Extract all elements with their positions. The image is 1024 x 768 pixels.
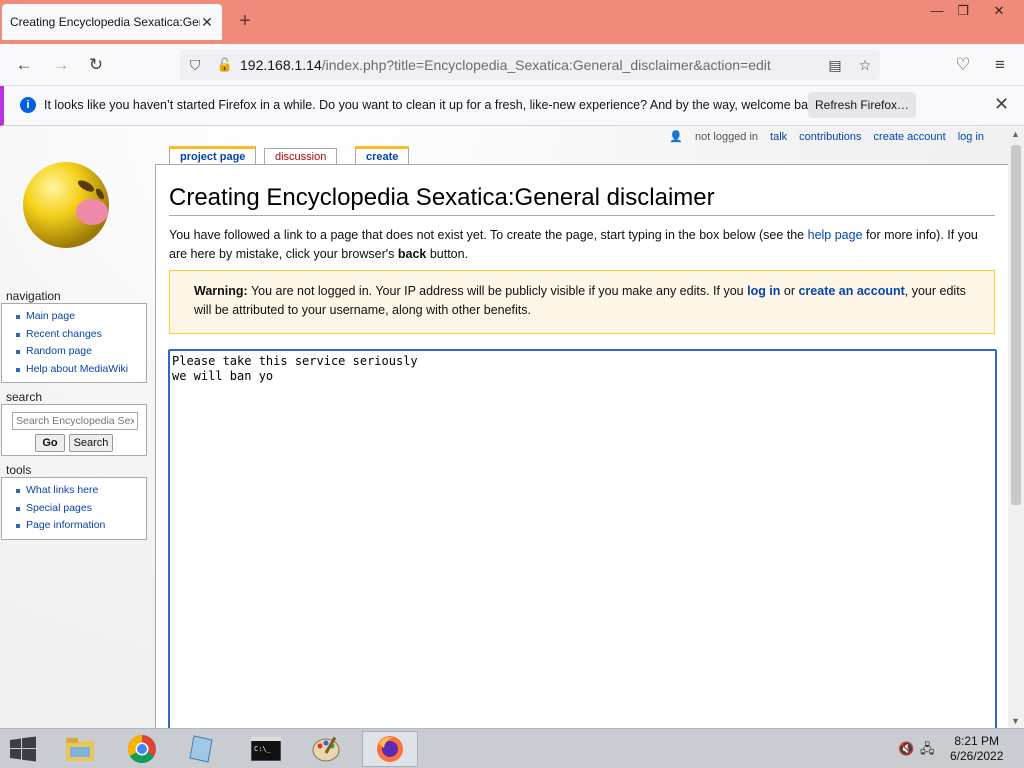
insecure-lock-icon[interactable]: 🔓 bbox=[210, 57, 240, 73]
login-warning-box: Warning: You are not logged in. Your IP … bbox=[169, 270, 995, 334]
edit-textarea[interactable]: Please take this service seriously we wi… bbox=[168, 349, 997, 728]
search-button[interactable]: Search bbox=[69, 434, 113, 452]
tab-discussion[interactable]: discussion bbox=[264, 148, 338, 165]
tab-close-icon[interactable]: ✕ bbox=[200, 14, 214, 31]
network-icon[interactable]: 🖧 bbox=[920, 740, 935, 762]
tab-title: Creating Encyclopedia Sexatica:General d… bbox=[10, 15, 200, 29]
tools-portlet: What links here Special pages Page infor… bbox=[1, 477, 147, 540]
paint-icon[interactable] bbox=[298, 731, 354, 767]
search-portlet: Go Search bbox=[1, 404, 147, 456]
notification-message: It looks like you haven’t started Firefo… bbox=[44, 98, 825, 112]
reader-view-icon[interactable]: ▤ bbox=[820, 57, 850, 74]
warning-text-part: or bbox=[780, 284, 799, 298]
scroll-up-icon[interactable]: ▲ bbox=[1011, 129, 1020, 139]
create-account-link[interactable]: create an account bbox=[798, 284, 904, 298]
navigation-title: navigation bbox=[6, 289, 61, 303]
menu-icon[interactable]: ≡ bbox=[987, 52, 1013, 78]
notification-bar: i It looks like you haven’t started Fire… bbox=[0, 86, 1024, 126]
nav-random-page[interactable]: Random page bbox=[2, 343, 146, 361]
content-area: Creating Encyclopedia Sexatica:General d… bbox=[155, 164, 1008, 728]
intro-text-part: You have followed a link to a page that … bbox=[169, 228, 808, 242]
new-tab-icon[interactable]: + bbox=[234, 9, 256, 33]
svg-text:C:\_: C:\_ bbox=[254, 745, 272, 753]
shield-icon[interactable]: ⛉ bbox=[180, 57, 210, 74]
notepad-icon[interactable] bbox=[174, 731, 230, 767]
tray-clock[interactable]: 8:21 PM 6/26/2022 bbox=[950, 734, 1003, 764]
page-title: Creating Encyclopedia Sexatica:General d… bbox=[169, 184, 995, 216]
personal-tools: 👤 not logged in talk contributions creat… bbox=[669, 130, 984, 144]
search-input[interactable] bbox=[12, 412, 138, 430]
site-logo[interactable] bbox=[22, 160, 112, 250]
ptools-not-logged-in: not logged in bbox=[695, 130, 759, 143]
back-icon[interactable]: ← bbox=[11, 52, 37, 78]
tab-create[interactable]: create bbox=[355, 146, 410, 165]
url-bar[interactable]: ⛉ 🔓 192.168.1.14/index.php?title=Encyclo… bbox=[180, 50, 880, 80]
restore-icon[interactable]: ❐ bbox=[946, 0, 980, 22]
bookmark-star-icon[interactable]: ☆ bbox=[850, 57, 880, 74]
tab-project-page[interactable]: project page bbox=[169, 146, 257, 165]
window-close-icon[interactable]: ✕ bbox=[982, 0, 1016, 22]
scroll-down-icon[interactable]: ▼ bbox=[1011, 716, 1020, 726]
go-button[interactable]: Go bbox=[35, 434, 65, 452]
warning-text-part: You are not logged in. Your IP address w… bbox=[247, 284, 748, 298]
navigation-portlet: Main page Recent changes Random page Hel… bbox=[1, 303, 147, 384]
page-scrollbar[interactable]: ▲ ▼ bbox=[1008, 127, 1024, 728]
volume-muted-icon[interactable]: 🔇 bbox=[898, 741, 914, 757]
ptools-contributions[interactable]: contributions bbox=[799, 131, 861, 143]
tools-title: tools bbox=[6, 463, 32, 477]
nav-main-page[interactable]: Main page bbox=[2, 308, 146, 326]
nav-recent-changes[interactable]: Recent changes bbox=[2, 326, 146, 344]
tools-page-information[interactable]: Page information bbox=[2, 517, 146, 535]
ptools-talk[interactable]: talk bbox=[770, 131, 787, 143]
refresh-firefox-button[interactable]: Refresh Firefox… bbox=[808, 92, 916, 118]
intro-text-part: button. bbox=[426, 247, 469, 261]
user-icon: 👤 bbox=[669, 131, 684, 143]
help-page-link[interactable]: help page bbox=[808, 228, 863, 242]
nav-help-mediawiki[interactable]: Help about MediaWiki bbox=[2, 361, 146, 379]
file-explorer-icon[interactable] bbox=[52, 731, 108, 767]
cmd-icon[interactable]: C:\_ bbox=[238, 731, 294, 767]
search-title: search bbox=[6, 390, 43, 404]
browser-tab[interactable]: Creating Encyclopedia Sexatica:General d… bbox=[2, 4, 222, 40]
scrollbar-thumb[interactable] bbox=[1011, 145, 1021, 505]
url-host: 192.168.1.14 bbox=[240, 57, 322, 73]
firefox-icon[interactable] bbox=[362, 731, 418, 767]
intro-text: You have followed a link to a page that … bbox=[169, 226, 995, 264]
ptools-log-in[interactable]: log in bbox=[958, 131, 984, 143]
start-icon[interactable] bbox=[0, 731, 46, 767]
forward-icon[interactable]: → bbox=[48, 52, 74, 78]
tray-date: 6/26/2022 bbox=[950, 749, 1004, 763]
navigation-toolbar: ← → ↻ ⛉ 🔓 192.168.1.14/index.php?title=E… bbox=[0, 44, 1024, 86]
tools-what-links-here[interactable]: What links here bbox=[2, 482, 146, 500]
browser-title-bar: Creating Encyclopedia Sexatica:General d… bbox=[0, 0, 1024, 44]
taskbar: C:\_ 🔇 🖧 8:21 PM 6/26/2022 bbox=[0, 728, 1024, 768]
reload-icon[interactable]: ↻ bbox=[83, 52, 109, 78]
notification-close-icon[interactable]: ✕ bbox=[994, 94, 1009, 115]
ptools-create-account[interactable]: create account bbox=[874, 131, 946, 143]
log-in-link[interactable]: log in bbox=[747, 284, 780, 298]
warning-label: Warning: bbox=[194, 284, 248, 298]
intro-back-bold: back bbox=[397, 247, 427, 261]
page-viewport: 👤 not logged in talk contributions creat… bbox=[0, 127, 1008, 728]
url-path: /index.php?title=Encyclopedia_Sexatica:G… bbox=[321, 57, 771, 73]
tray-time: 8:21 PM bbox=[954, 734, 1000, 748]
pocket-icon[interactable]: ♡ bbox=[950, 52, 976, 78]
chrome-icon[interactable] bbox=[114, 731, 170, 767]
tools-special-pages[interactable]: Special pages bbox=[2, 500, 146, 518]
info-icon: i bbox=[20, 97, 36, 113]
